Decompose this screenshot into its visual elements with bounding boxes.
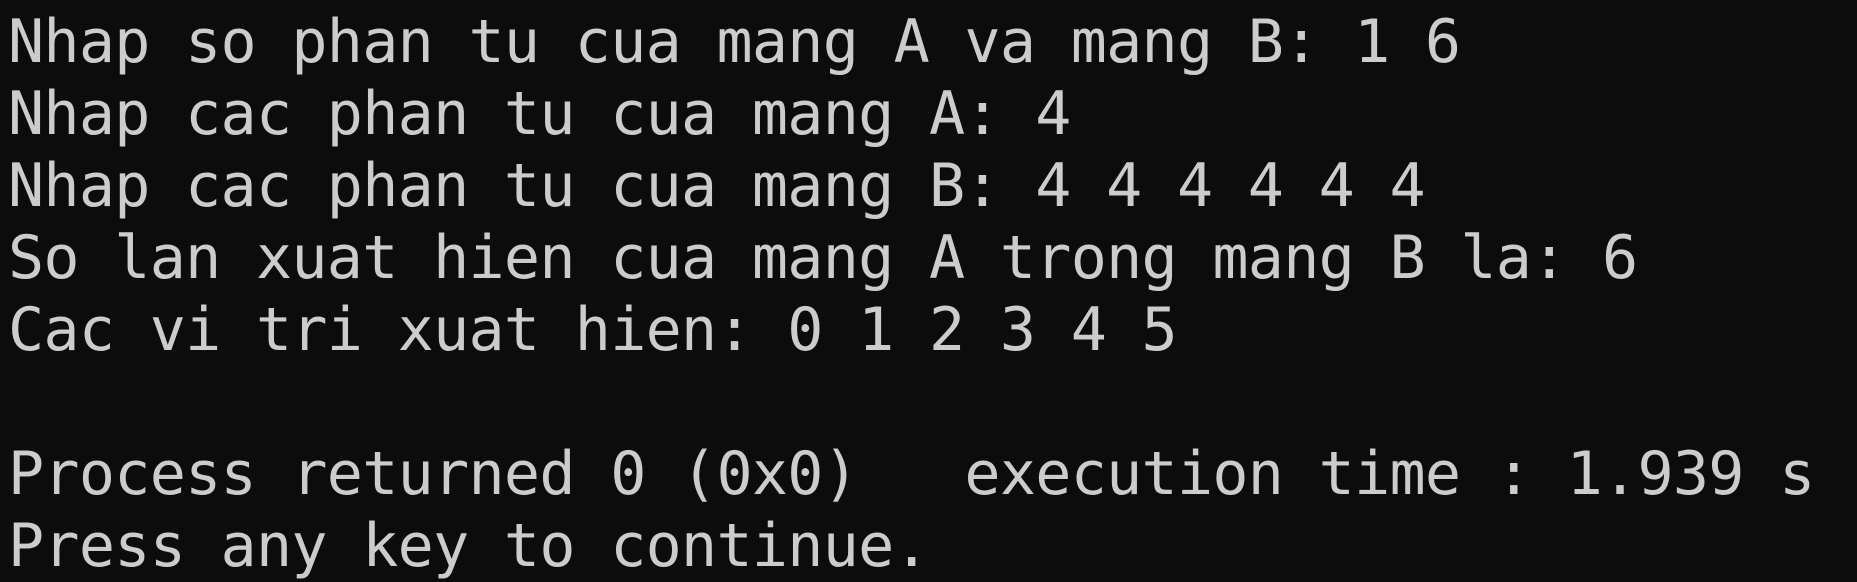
console-window[interactable]: Nhap so phan tu cua mang A va mang B: 1 … [0,0,1857,582]
console-line-prompt-sizes: Nhap so phan tu cua mang A va mang B: 1 … [8,7,1461,77]
console-line-occurrence-count: So lan xuat hien cua mang A trong mang B… [8,223,1638,293]
console-line-press-any-key: Press any key to continue. [8,511,930,581]
console-line-prompt-array-b: Nhap cac phan tu cua mang B: 4 4 4 4 4 4 [8,151,1426,221]
console-line-prompt-array-a: Nhap cac phan tu cua mang A: 4 [8,79,1071,149]
console-line-occurrence-positions: Cac vi tri xuat hien: 0 1 2 3 4 5 [8,295,1178,365]
console-line-process-returned: Process returned 0 (0x0) execution time … [8,439,1815,509]
